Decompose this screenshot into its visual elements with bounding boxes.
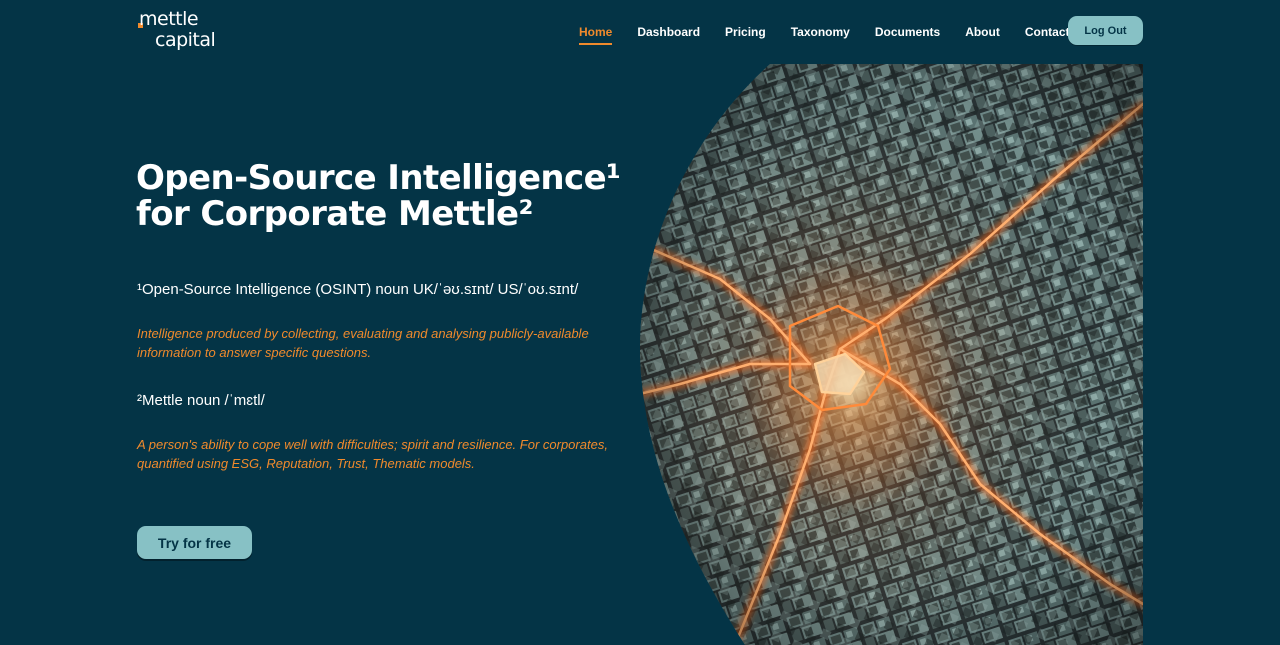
nav-home[interactable]: Home [579, 25, 613, 45]
hero-title-line2: for Corporate Mettle² [136, 194, 533, 234]
landing-page: mettle capital Home Dashboard Pricing Ta… [0, 0, 1280, 645]
hero-title: Open-Source Intelligence¹ for Corporate … [136, 160, 636, 232]
logo-text-line1: mettle [139, 8, 199, 30]
osint-definition-text: Intelligence produced by collecting, eva… [137, 326, 589, 360]
osint-definition-term: ¹Open-Source Intelligence (OSINT) noun U… [137, 281, 579, 298]
try-for-free-button[interactable]: Try for free [137, 526, 252, 559]
nav-pricing[interactable]: Pricing [725, 25, 766, 39]
mettle-capital-logo[interactable]: mettle capital [138, 9, 218, 53]
nav-contact[interactable]: Contact [1025, 25, 1070, 39]
logo-text-line2: capital [155, 29, 216, 51]
nav-dashboard[interactable]: Dashboard [637, 25, 700, 39]
nav-about[interactable]: About [965, 25, 1000, 39]
hero-title-line1: Open-Source Intelligence¹ [136, 158, 621, 198]
city-circuit-illustration [640, 64, 1143, 645]
logout-button[interactable]: Log Out [1068, 16, 1143, 45]
nav-taxonomy[interactable]: Taxonomy [791, 25, 850, 39]
main-navigation: Home Dashboard Pricing Taxonomy Document… [560, 22, 1095, 45]
mettle-definition-text: A person's ability to cope well with dif… [137, 437, 608, 471]
mettle-definition-term: ²Mettle noun /ˈmɛtl/ [137, 392, 265, 409]
nav-documents[interactable]: Documents [875, 25, 940, 39]
